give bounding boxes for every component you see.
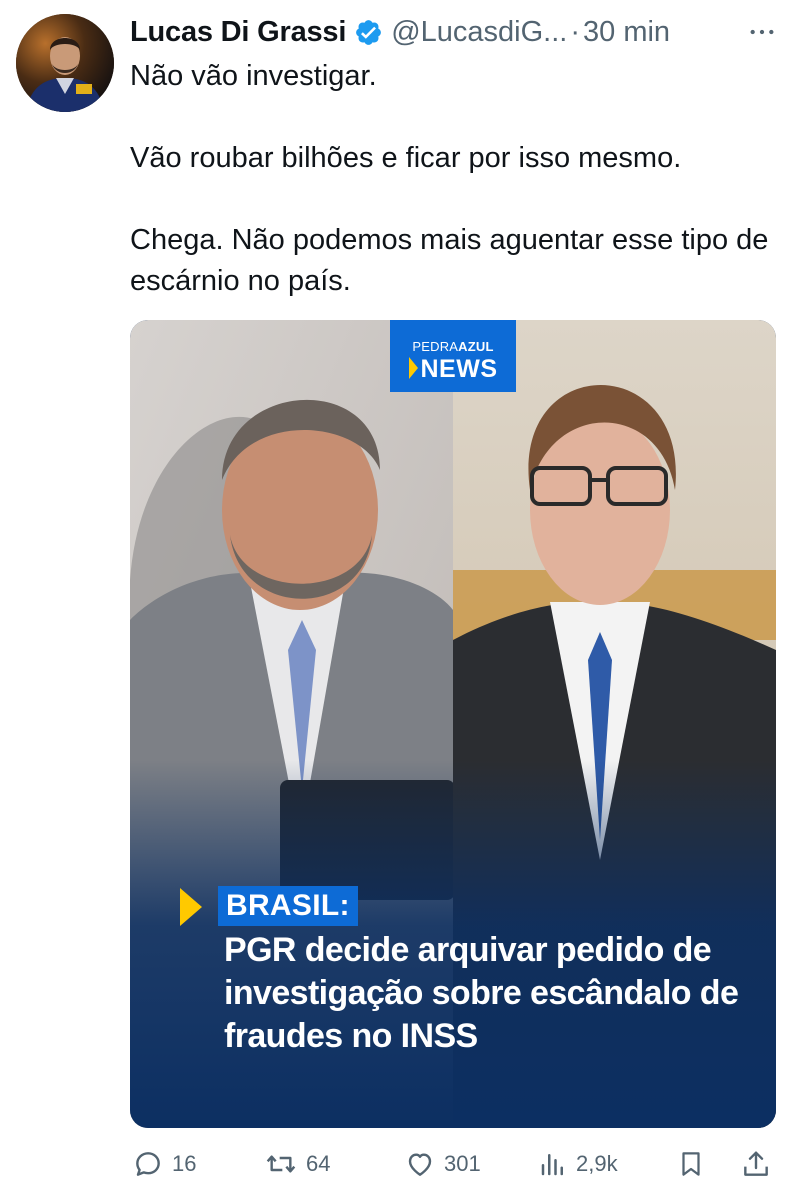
repost-button[interactable]: 64 — [264, 1146, 330, 1182]
reply-button[interactable]: 16 — [132, 1146, 196, 1182]
avatar-image — [16, 14, 114, 112]
verified-badge-icon — [356, 19, 382, 45]
tweet-text: Não vão investigar. Vão roubar bilhões e… — [130, 56, 770, 302]
brand-arrow-icon — [408, 357, 418, 379]
brand-top: PEDRAAZUL — [412, 339, 494, 354]
tweet-paragraph: Chega. Não podemos mais aguentar esse ti… — [130, 224, 769, 297]
timestamp[interactable]: 30 min — [583, 16, 670, 49]
brand-main: NEWS — [390, 355, 516, 384]
author-handle[interactable]: @LucasdiG... — [391, 16, 567, 49]
news-brand-logo: PEDRAAZUL NEWS — [390, 320, 516, 392]
tweet-media[interactable]: PEDRAAZUL NEWS BRASIL: PGR decide arquiv… — [130, 320, 776, 1128]
share-button[interactable] — [740, 1146, 772, 1182]
repost-count: 64 — [306, 1151, 331, 1176]
separator: · — [570, 15, 581, 48]
repost-icon — [266, 1155, 296, 1173]
tweet-paragraph: Vão roubar bilhões e ficar por isso mesm… — [130, 142, 682, 174]
like-count: 301 — [444, 1151, 481, 1176]
bookmark-button[interactable] — [676, 1146, 706, 1182]
views-button[interactable]: 2,9k — [538, 1146, 618, 1182]
tweet-actions: 16 64 301 2,9k — [132, 1146, 776, 1182]
like-button[interactable]: 301 — [404, 1146, 481, 1182]
tweet-paragraph: Não vão investigar. — [130, 60, 377, 92]
share-icon — [744, 1151, 768, 1176]
reply-count: 16 — [172, 1151, 197, 1176]
more-icon[interactable] — [746, 16, 778, 48]
bookmark-icon — [682, 1152, 700, 1176]
views-icon — [541, 1154, 563, 1176]
like-icon — [408, 1153, 432, 1176]
section-tag: BRASIL: — [218, 886, 358, 926]
avatar[interactable] — [16, 14, 114, 112]
author-name[interactable]: Lucas Di Grassi — [130, 16, 346, 49]
play-triangle-icon — [180, 888, 202, 926]
tweet-header: Lucas Di Grassi @LucasdiG... · 30 min — [130, 12, 778, 52]
reply-icon — [136, 1152, 160, 1176]
news-headline: PGR decide arquivar pedido de investigaç… — [224, 931, 739, 1055]
views-count: 2,9k — [576, 1151, 618, 1176]
